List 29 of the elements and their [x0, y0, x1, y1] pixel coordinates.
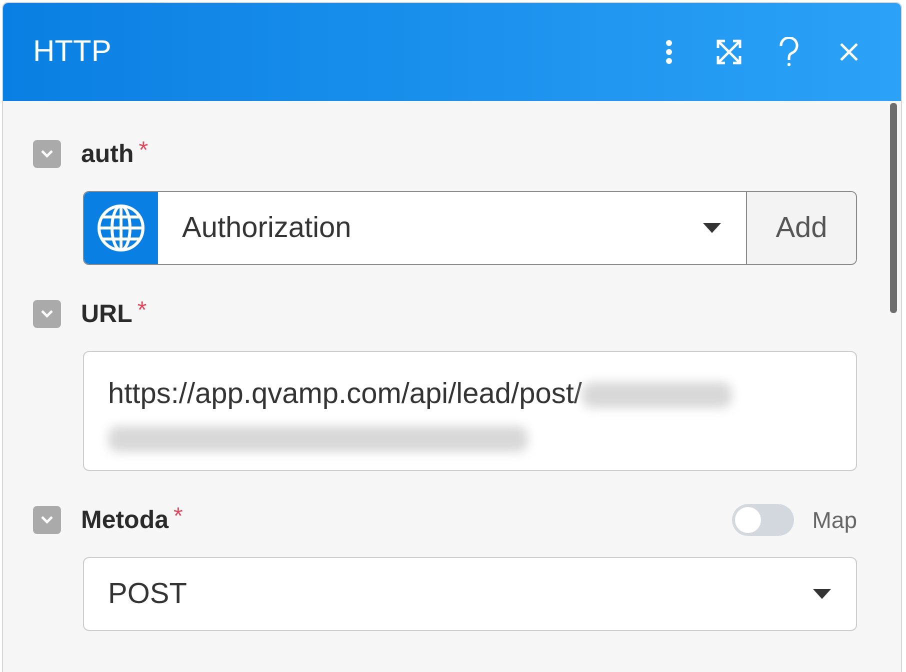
- expand-icon[interactable]: [715, 38, 743, 66]
- field-label: Metoda: [81, 506, 168, 534]
- more-icon[interactable]: [665, 39, 673, 65]
- collapse-toggle[interactable]: [33, 300, 61, 328]
- chevron-icon: [40, 309, 54, 319]
- required-asterisk: *: [138, 137, 148, 165]
- map-switch[interactable]: [732, 504, 794, 536]
- close-icon[interactable]: [838, 41, 860, 63]
- selected-connection: Authorization: [182, 212, 352, 244]
- collapse-toggle[interactable]: [33, 140, 61, 168]
- connection-select[interactable]: Authorization Add: [83, 191, 857, 265]
- window-title: HTTP: [33, 35, 112, 69]
- chevron-icon: [40, 515, 54, 525]
- chevron-icon: [40, 149, 54, 159]
- map-label: Map: [812, 506, 857, 534]
- field-label: URL: [81, 300, 132, 328]
- required-asterisk: *: [174, 503, 183, 531]
- help-icon[interactable]: [778, 37, 800, 67]
- field-label: auth: [81, 140, 134, 168]
- url-field[interactable]: https://app.qvamp.com/api/lead/post/: [83, 351, 857, 471]
- globe-icon: [96, 203, 146, 253]
- collapse-toggle[interactable]: [33, 506, 61, 534]
- add-button[interactable]: Add: [746, 192, 856, 264]
- selected-method: POST: [108, 578, 187, 610]
- dropdown-caret-icon[interactable]: [812, 588, 832, 600]
- scrollbar[interactable]: [890, 103, 897, 313]
- method-select[interactable]: POST: [83, 557, 857, 631]
- dropdown-caret-icon[interactable]: [702, 222, 722, 234]
- required-asterisk: *: [137, 297, 147, 325]
